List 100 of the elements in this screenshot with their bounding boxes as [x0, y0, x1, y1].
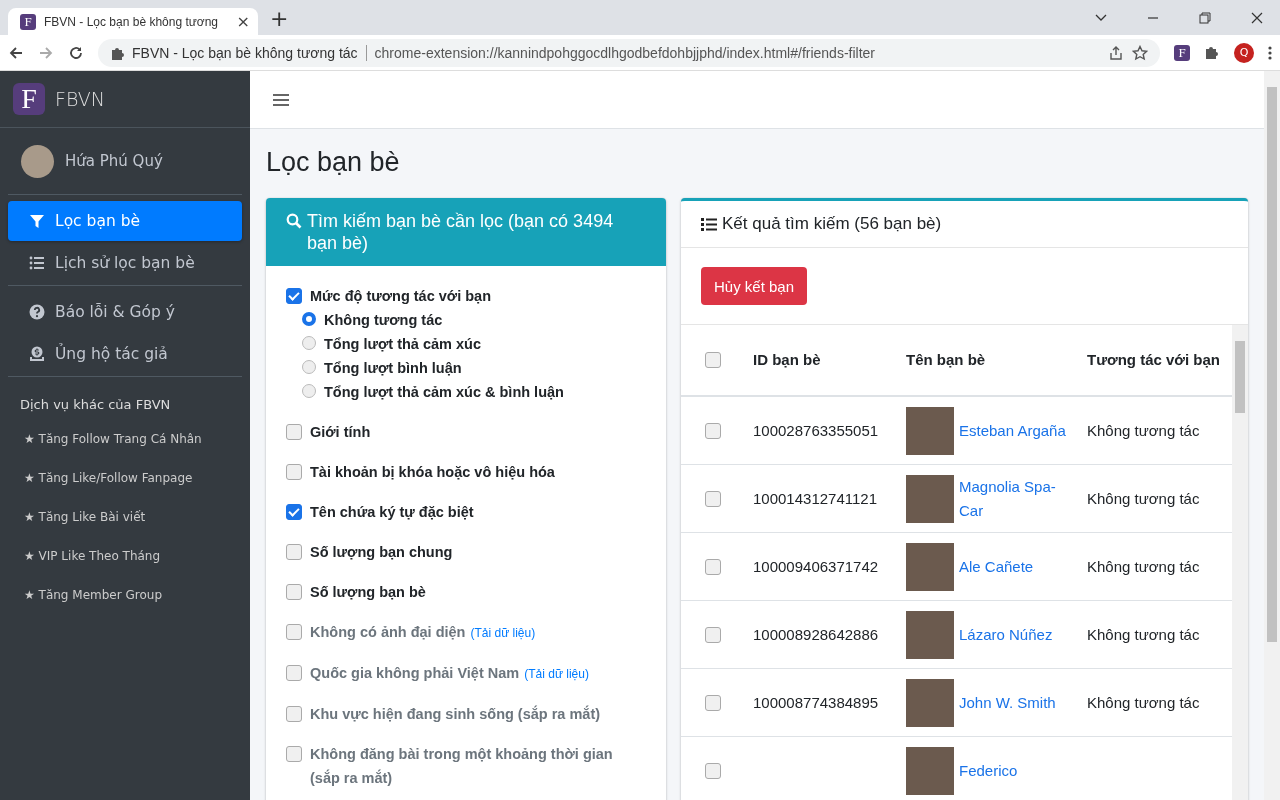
option-label: Không có ảnh đại diện [310, 624, 466, 640]
photo-placeholder [906, 610, 954, 659]
friend-name-link[interactable]: Federico [959, 758, 1018, 783]
option-label: Số lượng bạn bè [310, 584, 426, 600]
friend-name-link[interactable]: Lázaro Núñez [959, 622, 1053, 647]
filter-icon [29, 213, 45, 229]
logo: F [13, 83, 45, 115]
nav-item[interactable]: Báo lỗi & Góp ý [8, 292, 242, 332]
service-link[interactable]: ★ Tăng Like/Follow Fanpage [8, 461, 242, 500]
brand-name: FBVN [55, 88, 105, 110]
list-icon [29, 255, 45, 271]
table-cell: Không tương tác [1087, 626, 1200, 643]
option-label: Tổng lượt bình luận [324, 360, 462, 376]
table-cell: 100014312741121 [753, 490, 878, 507]
photo-placeholder [906, 474, 954, 523]
search-icon [286, 213, 302, 229]
user-avatar [21, 144, 54, 178]
service-link[interactable]: ★ VIP Like Theo Tháng [8, 539, 242, 578]
forward-icon[interactable] [38, 44, 54, 61]
page-title-text: FBVN - Lọc bạn bè không tương tác [132, 44, 367, 61]
option-label: Mức độ tương tác với bạn [310, 288, 491, 304]
profile-avatar[interactable]: Q [1234, 42, 1254, 63]
puzzle-icon[interactable] [1204, 44, 1220, 61]
card-title: Tìm kiếm bạn bè cần lọc (bạn có 3494 bạn bè) [307, 210, 615, 254]
option-label: Quốc gia không phải Việt Nam [310, 665, 520, 681]
nav-item[interactable]: Lịch sử lọc bạn bè [8, 243, 242, 283]
browser-tab[interactable]: F FBVN - Lọc bạn bè không tương × [8, 8, 258, 35]
card-title: Kết quả tìm kiếm (56 bạn bè) [722, 214, 942, 234]
share-icon[interactable] [1108, 44, 1124, 61]
service-link[interactable]: ★ Tăng Like Bài viết [8, 500, 242, 539]
restore-icon[interactable] [1198, 11, 1212, 25]
photo-placeholder [906, 406, 954, 455]
reload-icon[interactable] [68, 44, 84, 61]
checkbox[interactable] [705, 422, 721, 439]
page-heading: Lọc bạn bè [266, 147, 401, 178]
star-icon[interactable] [1132, 44, 1148, 61]
option-label: Khu vực hiện đang sinh sống (sắp ra mắt) [310, 706, 601, 722]
radio-button[interactable] [302, 360, 316, 374]
service-link[interactable]: ★ Tăng Follow Trang Cá Nhân [8, 422, 242, 461]
option-label: Giới tính [310, 424, 371, 440]
puzzle-icon [110, 45, 124, 60]
option-label: Tên chứa ký tự đặc biệt [310, 504, 474, 520]
list-icon [701, 217, 717, 231]
option-label: Tổng lượt thả cảm xúc [324, 336, 481, 352]
checkbox[interactable] [705, 490, 721, 507]
radio-button[interactable] [302, 336, 316, 350]
back-icon[interactable] [8, 44, 24, 61]
photo-placeholder [906, 678, 954, 727]
checkbox[interactable] [286, 464, 302, 480]
checkbox[interactable] [286, 424, 302, 440]
radio-button[interactable] [302, 384, 316, 398]
unfriend-button[interactable]: Hủy kết bạn [701, 267, 808, 305]
checkbox[interactable] [705, 558, 721, 575]
radio-button[interactable] [302, 312, 316, 326]
table-cell: 100008928642886 [753, 626, 879, 643]
column-header: Tên bạn bè [906, 350, 986, 370]
address-bar[interactable]: FBVN - Lọc bạn bè không tương tác chrome-extension://kannindpohggocdlhgodbefdohbjjphd/index.html#/friends-filter [98, 38, 1160, 67]
column-header: ID bạn bè [753, 350, 821, 370]
option-label: Số lượng bạn chung [310, 544, 453, 560]
checkbox[interactable] [286, 584, 302, 600]
url-text: chrome-extension://kannindpohggocdlhgodbefdohbjjphd/index.html#/friends-filter [374, 44, 875, 61]
user-name: Hứa Phú Quý [65, 152, 163, 170]
checkbox[interactable] [705, 694, 721, 711]
friend-name-link[interactable]: Ale Cañete [959, 554, 1034, 579]
extension-button[interactable]: F [1174, 44, 1190, 61]
checkbox[interactable] [286, 288, 302, 304]
checkbox[interactable] [286, 504, 302, 520]
friend-name-link[interactable]: Esteban Argaña [959, 418, 1066, 443]
favicon-icon: F [20, 13, 36, 30]
table-cell: 100008774384895 [753, 694, 879, 711]
checkbox[interactable] [705, 626, 721, 643]
scrollbar[interactable] [1232, 325, 1248, 800]
close-icon[interactable] [1250, 11, 1264, 25]
question-icon [29, 304, 45, 320]
table-cell: Không tương tác [1087, 558, 1200, 575]
table-cell: Không tương tác [1087, 694, 1200, 711]
nav-item[interactable]: Lọc bạn bè [8, 201, 242, 241]
scrollbar[interactable] [1264, 71, 1280, 800]
checkbox[interactable] [705, 762, 721, 779]
friend-name-link[interactable]: Magnolia Spa-Car [959, 474, 1067, 523]
checkbox[interactable] [286, 544, 302, 560]
option-label: Tổng lượt thả cảm xúc & bình luận [324, 384, 564, 400]
more-icon[interactable] [1268, 44, 1272, 61]
option-label: Tài khoản bị khóa hoặc vô hiệu hóa [310, 464, 555, 480]
friend-name-link[interactable]: John W. Smith [959, 690, 1056, 715]
menu-icon[interactable] [273, 92, 289, 107]
option-label: Không tương tác [324, 312, 443, 328]
table-cell: 100028763355051 [753, 422, 879, 439]
close-tab-button[interactable]: × [236, 12, 250, 31]
photo-placeholder [906, 542, 954, 591]
coin-icon [29, 346, 45, 362]
column-header: Tương tác với bạn [1087, 350, 1221, 370]
table-cell: Không tương tác [1087, 490, 1200, 507]
option-label: Không đăng bài trong một khoảng thời gian (sắp ra mắt) [310, 746, 613, 786]
service-link[interactable]: ★ Tăng Member Group [8, 578, 242, 617]
new-tab-button[interactable]: + [264, 5, 295, 35]
photo-placeholder [906, 746, 954, 795]
nav-item[interactable]: Ủng hộ tác giả [8, 334, 242, 374]
table-cell: 100009406371742 [753, 558, 879, 575]
select-all-checkbox[interactable] [705, 352, 721, 368]
